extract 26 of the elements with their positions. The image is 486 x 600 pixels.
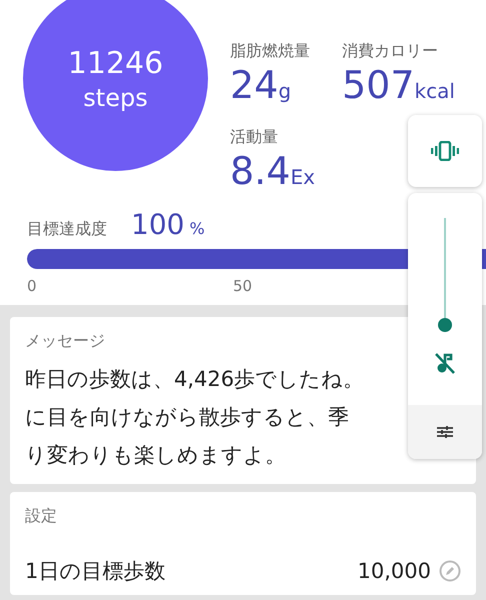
goal-value: 100 %	[131, 208, 205, 241]
steps-count: 11246	[68, 44, 164, 82]
vibrate-button[interactable]	[408, 115, 482, 187]
message-text: 昨日の歩数は、4,426歩でしたね。	[25, 366, 364, 393]
settings-button[interactable]	[408, 405, 482, 459]
sliders-icon	[437, 425, 453, 439]
vibrate-icon	[431, 141, 459, 161]
tick-label: 0	[27, 277, 38, 295]
card-title: 設定	[25, 506, 58, 527]
message-text: に目を向けながら散歩すると、季	[25, 404, 349, 431]
stat-value: 8.4Ex	[230, 148, 316, 195]
stat-label: 消費カロリー	[342, 40, 439, 62]
stat-value: 24g	[230, 62, 292, 109]
tick-label: 50	[233, 277, 254, 295]
message-text: り変わりも楽しめますよ。	[25, 442, 286, 469]
slider-thumb[interactable]	[438, 318, 452, 332]
card-title: メッセージ	[25, 331, 106, 352]
steps-unit: steps	[83, 82, 148, 112]
muted-note-icon	[434, 351, 456, 375]
stat-label: 脂肪燃焼量	[230, 40, 311, 62]
stat-label: 活動量	[230, 126, 279, 148]
goal-label: 目標達成度	[27, 219, 107, 240]
setting-value: 10,000	[358, 559, 431, 583]
volume-slider[interactable]	[437, 218, 453, 332]
stat-value: 507 kcal	[342, 62, 456, 109]
setting-label: 1日の目標歩数	[25, 558, 166, 585]
